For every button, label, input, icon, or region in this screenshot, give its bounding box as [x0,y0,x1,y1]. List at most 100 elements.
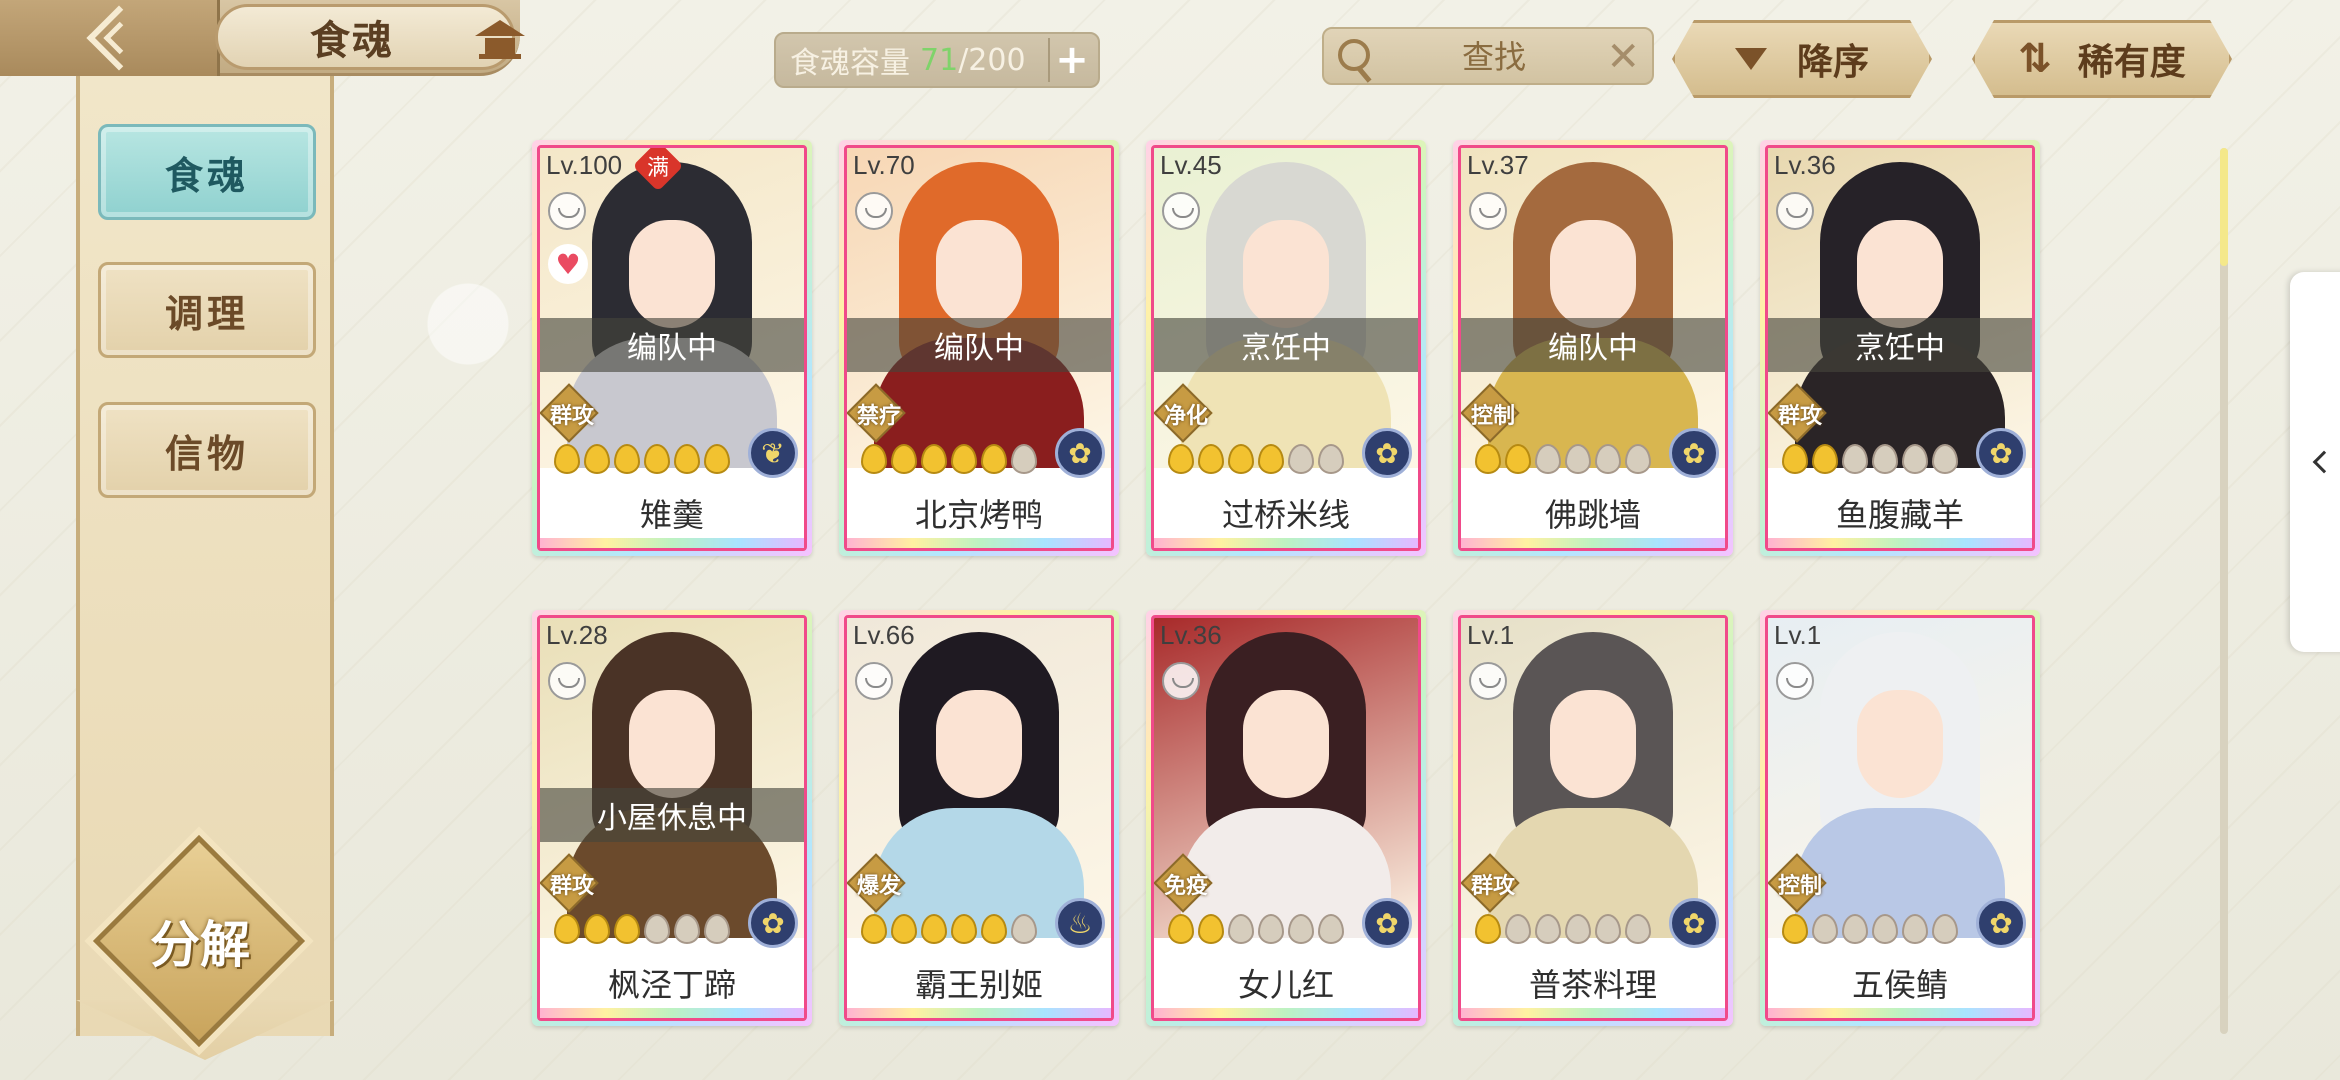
star-rating [1475,914,1651,944]
food-soul-card[interactable]: Lv.28 小屋休息中 群攻 ✿ 枫泾丁蹄 [532,610,812,1026]
flame-star-icon [1872,914,1898,944]
sort-key-label: 稀有度 [2077,42,2186,83]
role-label: 控制 [1777,874,1822,899]
card-frame: Lv.70 编队中 禁疗 ✿ 北京烤鸭 [844,145,1114,551]
bowl-icon [855,662,893,700]
food-soul-card[interactable]: Lv.37 编队中 控制 ✿ 佛跳墙 [1453,140,1733,556]
star-rating [1782,444,1958,474]
side-drawer-handle[interactable] [2290,272,2340,652]
role-label: 群攻 [1470,874,1515,899]
role-label: 群攻 [1777,404,1822,429]
flame-star-icon [1505,914,1531,944]
decompose-label[interactable]: 分解 [112,906,288,976]
clear-search-icon[interactable]: ✕ [1606,37,1640,77]
card-frame: Lv.36 烹饪中 群攻 ✿ 鱼腹藏羊 [1765,145,2035,551]
star-rating [1168,914,1344,944]
flame-icon: ♨ [1055,898,1105,948]
flame-star-icon [1595,444,1621,474]
heart-icon: ♥ [548,244,588,284]
rarity-strip [1768,1008,2032,1018]
back-arrow-icon [85,5,152,71]
rarity-strip [540,1008,804,1018]
star-rating [1168,444,1344,474]
search-box[interactable]: ✕ [1322,27,1654,85]
flame-star-icon [981,444,1007,474]
search-input[interactable] [1384,37,1604,77]
sort-order-label: 降序 [1796,42,1869,83]
bowl-icon [548,662,586,700]
back-button[interactable] [0,0,220,76]
rarity-strip [1768,538,2032,548]
bowl-icon [548,192,586,230]
role-label: 控制 [1470,404,1515,429]
card-level: Lv.1 [1774,620,1822,650]
card-level: Lv.28 [546,620,608,650]
flame-star-icon [1011,444,1037,474]
flame-star-icon [1932,444,1958,474]
card-level: Lv.70 [853,150,915,180]
tab-food-souls[interactable]: 食魂 [98,124,316,220]
card-level: Lv.66 [853,620,915,650]
food-soul-card[interactable]: Lv.45 烹饪中 净化 ✿ 过桥米线 [1146,140,1426,556]
flame-star-icon [1535,914,1561,944]
bowl-icon [1469,192,1507,230]
scrollbar-thumb[interactable] [2220,148,2228,266]
food-soul-card[interactable]: Lv.70 编队中 禁疗 ✿ 北京烤鸭 [839,140,1119,556]
flame-star-icon [1258,444,1284,474]
sort-key-button[interactable]: ⇅ 稀有度 [1972,20,2232,98]
tab-tokens[interactable]: 信物 [98,402,316,498]
capacity-separator: / [958,42,969,78]
flame-star-icon [891,444,917,474]
card-frame: Lv.36 免疫 ✿ 女儿红 [1151,615,1421,1021]
tab-conditioning[interactable]: 调理 [98,262,316,358]
flame-star-icon [1842,444,1868,474]
flame-star-icon [981,914,1007,944]
flame-star-icon [1842,914,1868,944]
flame-star-icon [1011,914,1037,944]
food-soul-card[interactable]: Lv.36 免疫 ✿ 女儿红 [1146,610,1426,1026]
flame-star-icon [674,444,700,474]
food-soul-card[interactable]: Lv.66 爆发 ♨ 霸王别姬 [839,610,1119,1026]
pagoda-icon[interactable] [470,14,530,64]
flame-star-icon [554,914,580,944]
flame-star-icon [951,444,977,474]
food-soul-card[interactable]: Lv.1 群攻 ✿ 普茶料理 [1453,610,1733,1026]
role-label: 净化 [1163,404,1208,429]
flame-star-icon [644,914,670,944]
add-capacity-button[interactable]: + [1048,37,1094,83]
sort-down-icon [1735,48,1767,70]
rarity-strip [847,1008,1111,1018]
bowl-icon [1776,192,1814,230]
chevron-left-icon [2312,450,2336,474]
rarity-strip [540,538,804,548]
rarity-strip [1154,538,1418,548]
flame-star-icon [1902,914,1928,944]
card-level: Lv.36 [1774,150,1836,180]
sort-order-button[interactable]: 降序 [1672,20,1932,98]
rarity-strip [1154,1008,1418,1018]
card-frame: Lv.66 爆发 ♨ 霸王别姬 [844,615,1114,1021]
card-frame: Lv.1 群攻 ✿ 普茶料理 [1458,615,1728,1021]
flame-star-icon [1595,914,1621,944]
scrollbar-track[interactable] [2220,148,2228,1034]
flame-star-icon [704,444,730,474]
flame-star-icon [674,914,700,944]
flame-star-icon [1228,444,1254,474]
card-status: 编队中 [540,318,804,372]
flame-star-icon [1198,914,1224,944]
flame-star-icon [614,914,640,944]
max-level-label: 满 [646,155,670,181]
search-icon [1338,39,1370,71]
food-soul-card[interactable]: Lv.36 烹饪中 群攻 ✿ 鱼腹藏羊 [1760,140,2040,556]
food-soul-card[interactable]: Lv.100 满 ♥ 编队中 群攻 ❦ 雉羹 [532,140,812,556]
bowl-icon [855,192,893,230]
food-soul-card[interactable]: Lv.1 控制 ✿ 五侯鲭 [1760,610,2040,1026]
flame-star-icon [1505,444,1531,474]
card-level: Lv.36 [1160,620,1222,650]
flower-icon: ✿ [1669,898,1719,948]
card-status: 编队中 [1461,318,1725,372]
bowl-icon [1776,662,1814,700]
flame-star-icon [861,914,887,944]
flame-star-icon [644,444,670,474]
role-label: 群攻 [549,404,594,429]
